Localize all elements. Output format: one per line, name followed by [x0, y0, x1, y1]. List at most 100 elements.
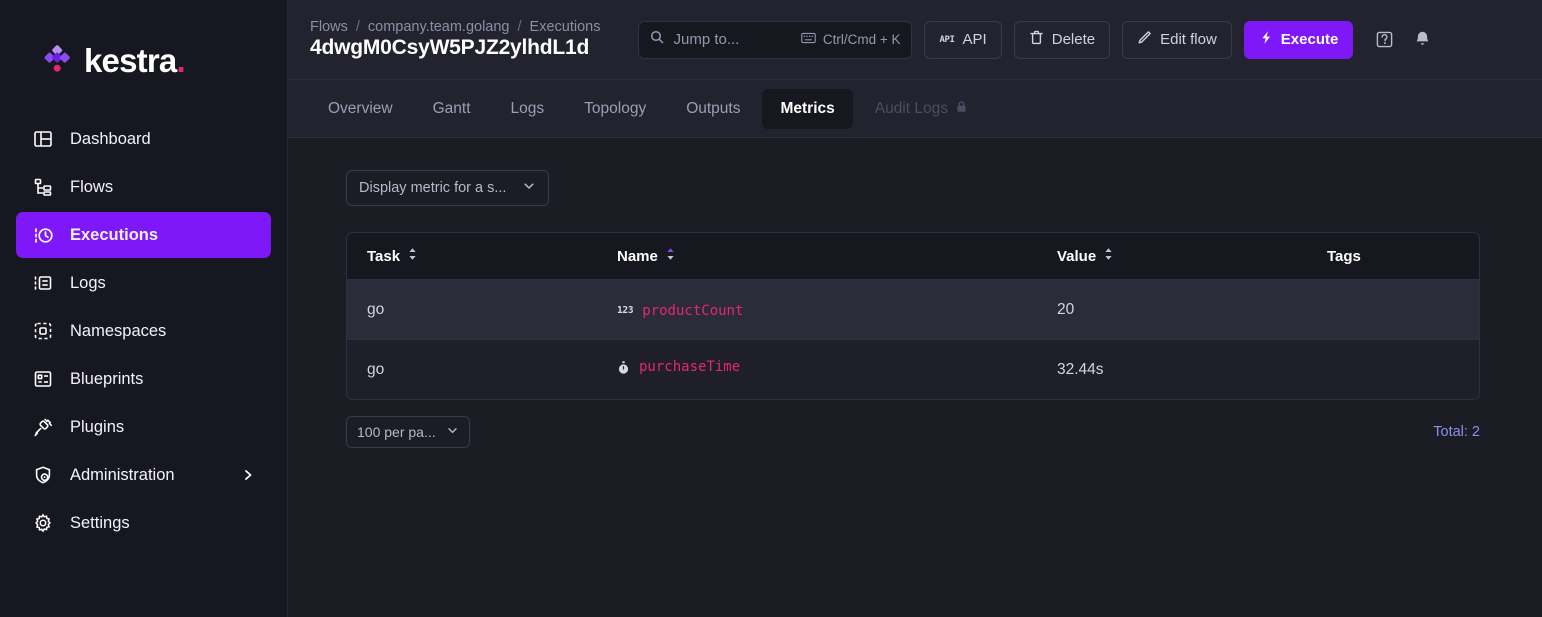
brand-name: kestra. — [84, 44, 185, 77]
cell-name: 123 productCount — [601, 280, 1041, 340]
sidebar-item-executions[interactable]: Executions — [16, 212, 271, 258]
plugins-plug-icon — [32, 416, 54, 438]
table-row[interactable]: go purchaseTime — [346, 340, 1480, 400]
sort-icon[interactable] — [407, 247, 418, 265]
metric-filter-select[interactable]: Display metric for a s... — [346, 170, 549, 206]
stopwatch-icon — [617, 360, 630, 375]
metric-filter-label: Display metric for a s... — [359, 180, 506, 196]
brand-logo[interactable]: kestra. — [0, 34, 287, 86]
top-bar: Flows / company.team.golang / Executions… — [288, 0, 1542, 80]
api-button[interactable]: API API — [924, 21, 1001, 59]
metric-name-label: purchaseTime — [639, 359, 740, 375]
tab-audit-logs: Audit Logs — [857, 89, 986, 129]
sidebar-item-dashboard[interactable]: Dashboard — [16, 116, 271, 162]
breadcrumb: Flows / company.team.golang / Executions — [310, 19, 600, 35]
chevron-down-icon — [446, 424, 459, 440]
page-size-label: 100 per pa... — [357, 424, 436, 440]
tab-metrics[interactable]: Metrics — [762, 89, 852, 129]
trash-icon — [1029, 30, 1044, 49]
help-question-icon[interactable] — [1371, 27, 1397, 53]
tab-topology[interactable]: Topology — [566, 89, 664, 129]
tab-label: Audit Logs — [875, 100, 948, 118]
column-header-label: Tags — [1327, 248, 1361, 265]
sort-icon-active-asc[interactable] — [665, 247, 676, 265]
tab-label: Topology — [584, 100, 646, 118]
sidebar-item-label: Administration — [70, 466, 175, 485]
sidebar-item-label: Namespaces — [70, 322, 166, 341]
tab-label: Logs — [511, 100, 545, 118]
table-row[interactable]: go 123 productCount 20 — [346, 280, 1480, 340]
sidebar-item-blueprints[interactable]: Blueprints — [16, 356, 271, 402]
column-header-tags: Tags — [1311, 232, 1480, 280]
page-size-select[interactable]: 100 per pa... — [346, 416, 470, 448]
cell-tags — [1311, 280, 1480, 340]
header-title-block: Flows / company.team.golang / Executions… — [310, 19, 600, 60]
column-header-name[interactable]: Name — [601, 232, 1041, 280]
delete-button-label: Delete — [1052, 31, 1095, 48]
metric-name-label: productCount — [642, 303, 743, 319]
metrics-panel: Display metric for a s... Task — [288, 138, 1542, 617]
sidebar-item-label: Executions — [70, 226, 158, 245]
edit-flow-button-label: Edit flow — [1160, 31, 1217, 48]
sidebar-item-logs[interactable]: Logs — [16, 260, 271, 306]
app-root: kestra. Dashboard Flows — [0, 0, 1542, 617]
logs-icon — [32, 272, 54, 294]
notification-bell-icon[interactable] — [1409, 27, 1435, 53]
number-123-icon: 123 — [617, 305, 633, 316]
column-header-task[interactable]: Task — [346, 232, 601, 280]
chevron-right-icon[interactable] — [241, 468, 255, 482]
breadcrumb-item-namespace[interactable]: company.team.golang — [368, 19, 510, 35]
execution-tabs: Overview Gantt Logs Topology Outputs Met… — [288, 80, 1542, 138]
sidebar-nav: Dashboard Flows — [0, 116, 287, 546]
api-icon: API — [939, 35, 954, 45]
breadcrumb-item-flows[interactable]: Flows — [310, 19, 348, 35]
sidebar-item-flows[interactable]: Flows — [16, 164, 271, 210]
brand-word: kestra — [84, 42, 176, 79]
table-header-row: Task Name — [346, 232, 1480, 280]
sidebar-item-label: Plugins — [70, 418, 124, 437]
sort-icon[interactable] — [1103, 247, 1114, 265]
search-input[interactable]: Jump to... Ctrl/Cmd + K — [638, 21, 912, 59]
breadcrumb-separator: / — [518, 19, 522, 35]
administration-shield-icon — [32, 464, 54, 486]
pencil-icon — [1137, 30, 1152, 49]
main-area: Flows / company.team.golang / Executions… — [288, 0, 1542, 617]
column-header-label: Task — [367, 248, 400, 265]
cell-name: purchaseTime — [601, 340, 1041, 400]
cell-tags — [1311, 340, 1480, 400]
page-title: 4dwgM0CsyW5PJZ2ylhdL1d — [310, 36, 600, 60]
edit-flow-button[interactable]: Edit flow — [1122, 21, 1232, 59]
dashboard-icon — [32, 128, 54, 150]
tab-gantt[interactable]: Gantt — [415, 89, 489, 129]
cell-task: go — [346, 340, 601, 400]
execute-button-label: Execute — [1281, 31, 1339, 48]
column-header-value[interactable]: Value — [1041, 232, 1311, 280]
search-shortcut-hint: Ctrl/Cmd + K — [801, 32, 901, 47]
tab-label: Metrics — [780, 100, 834, 118]
delete-button[interactable]: Delete — [1014, 21, 1110, 59]
sidebar-item-label: Dashboard — [70, 130, 151, 149]
tab-overview[interactable]: Overview — [310, 89, 411, 129]
bolt-icon — [1259, 30, 1273, 49]
tab-logs[interactable]: Logs — [493, 89, 563, 129]
api-button-label: API — [963, 31, 987, 48]
column-header-label: Name — [617, 248, 658, 265]
sidebar-item-plugins[interactable]: Plugins — [16, 404, 271, 450]
tab-label: Outputs — [686, 100, 740, 118]
chevron-down-icon — [522, 179, 536, 197]
metrics-table-body: go 123 productCount 20 go — [346, 280, 1480, 400]
sidebar-item-administration[interactable]: Administration — [16, 452, 271, 498]
tab-outputs[interactable]: Outputs — [668, 89, 758, 129]
sidebar-item-namespaces[interactable]: Namespaces — [16, 308, 271, 354]
lock-icon — [955, 100, 968, 118]
metrics-table-head: Task Name — [346, 232, 1480, 280]
sidebar-item-settings[interactable]: Settings — [16, 500, 271, 546]
sidebar: kestra. Dashboard Flows — [0, 0, 288, 617]
sidebar-item-label: Flows — [70, 178, 113, 197]
keyboard-icon — [801, 32, 816, 47]
breadcrumb-item-executions[interactable]: Executions — [530, 19, 601, 35]
search-icon — [650, 30, 664, 49]
total-count-label: Total: 2 — [1433, 424, 1480, 440]
blueprints-icon — [32, 368, 54, 390]
execute-button[interactable]: Execute — [1244, 21, 1354, 59]
